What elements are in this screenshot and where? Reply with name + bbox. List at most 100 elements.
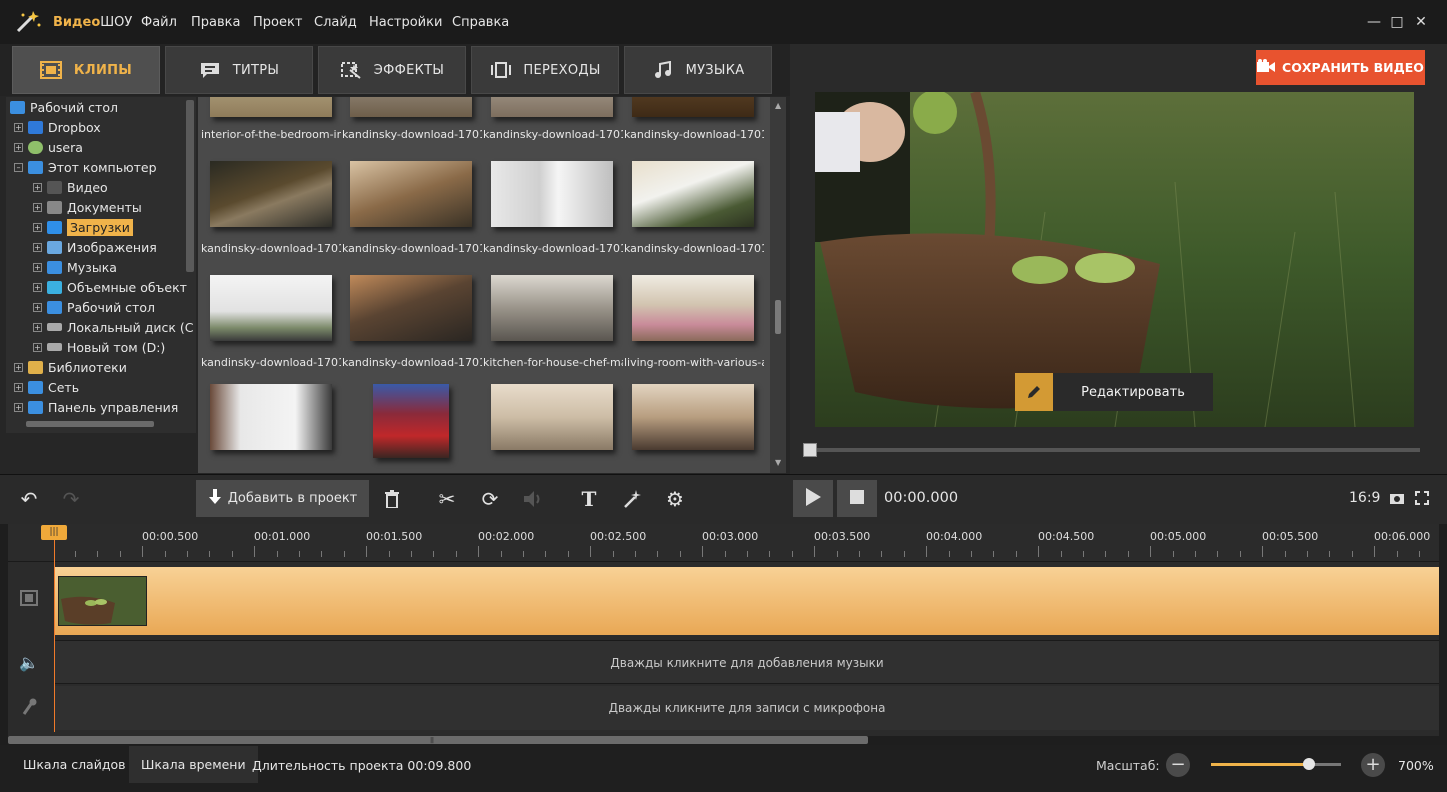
expand-icon[interactable]: + [33, 302, 42, 312]
maximize-icon[interactable]: □ [1387, 12, 1407, 32]
volume-icon[interactable] [518, 484, 548, 514]
snapshot-camera-icon[interactable] [1389, 491, 1405, 509]
menu-file[interactable]: Файл [141, 15, 177, 30]
video-track[interactable] [55, 567, 1439, 635]
thumbnail-house-white[interactable] [491, 161, 613, 227]
tab-music[interactable]: МУЗЫКА [624, 46, 772, 94]
expand-icon[interactable]: + [33, 262, 42, 272]
aspect-ratio[interactable]: 16:9 [1349, 490, 1380, 506]
tree-item-desktop[interactable]: + Рабочий стол [33, 297, 155, 317]
tree-item-local-disk-c[interactable]: + Локальный диск (С [33, 317, 194, 337]
tab-clips[interactable]: КЛИПЫ [12, 46, 160, 94]
tree-item-new-volume-d[interactable]: + Новый том (D:) [33, 337, 165, 357]
music-track[interactable]: Дважды кликните для добавления музыки [55, 640, 1439, 684]
expand-icon[interactable]: + [33, 282, 42, 292]
playhead-handle[interactable]: ||| [41, 525, 67, 540]
expand-icon[interactable]: + [33, 322, 42, 332]
tree-item-images[interactable]: + Изображения [33, 237, 157, 257]
tree-item-music[interactable]: + Музыка [33, 257, 117, 277]
add-to-project-button[interactable]: Добавить в проект [196, 480, 369, 517]
tree-item-3d-objects[interactable]: + Объемные объект [33, 277, 187, 297]
trash-icon[interactable] [377, 484, 407, 514]
save-video-button[interactable]: СОХРАНИТЬ ВИДЕО [1256, 50, 1425, 85]
thumbnail-house-dark[interactable] [210, 161, 332, 227]
thumbnail-hall[interactable] [491, 384, 613, 450]
timeline-scrollbar[interactable] [8, 736, 868, 744]
tree-scrollbar-vertical[interactable] [186, 100, 194, 272]
thumbnail-interior[interactable] [632, 97, 754, 117]
tree-item-this-pc[interactable]: – Этот компьютер [14, 157, 157, 177]
ruler-tick [769, 551, 771, 557]
thumbnail-living-room-2[interactable] [632, 384, 754, 450]
expand-icon[interactable]: + [33, 242, 42, 252]
tree-item-control-panel[interactable]: + Панель управления [14, 397, 178, 417]
zoom-in-button[interactable]: + [1361, 753, 1385, 777]
gear-icon[interactable]: ⚙ [660, 484, 690, 514]
expand-icon[interactable]: + [14, 402, 23, 412]
tree-item-network[interactable]: + Сеть [14, 377, 79, 397]
expand-icon[interactable]: + [14, 362, 23, 372]
seek-handle[interactable] [803, 443, 817, 457]
scroll-down-icon[interactable]: ▼ [775, 458, 781, 467]
tree-item-documents[interactable]: + Документы [33, 197, 142, 217]
expand-icon[interactable]: + [14, 122, 23, 132]
tree-item-downloads[interactable]: + Загрузки [33, 217, 133, 237]
thumbnail-living-room[interactable] [632, 275, 754, 341]
close-icon[interactable]: ✕ [1411, 12, 1431, 32]
fullscreen-icon[interactable] [1415, 491, 1429, 509]
zoom-slider-handle[interactable] [1302, 758, 1315, 770]
menu-edit[interactable]: Правка [191, 15, 240, 30]
thumbnail-santa[interactable] [373, 384, 449, 458]
menu-slide[interactable]: Слайд [314, 15, 357, 30]
ruler-tick [500, 551, 502, 557]
menu-help[interactable]: Справка [452, 15, 509, 30]
tab-slide-scale[interactable]: Шкала слайдов [11, 746, 138, 783]
thumbnail-interior[interactable] [350, 97, 472, 117]
thumbnail-interior-white[interactable] [210, 384, 332, 450]
tree-item-desktop-root[interactable]: Рабочий стол [10, 97, 118, 117]
stop-button[interactable] [837, 480, 877, 517]
expand-icon[interactable]: + [14, 142, 23, 152]
redo-icon[interactable]: ↷ [56, 484, 86, 514]
tab-effects[interactable]: ЭФФЕКТЫ [318, 46, 466, 94]
tab-titles[interactable]: ТИТРЫ [165, 46, 313, 94]
edit-button[interactable]: Редактировать [1015, 373, 1213, 411]
rotate-icon[interactable]: ⟳ [475, 484, 505, 514]
tree-item-video[interactable]: + Видео [33, 177, 108, 197]
tab-timeline-scale[interactable]: Шкала времени [129, 746, 258, 783]
play-button[interactable] [793, 480, 833, 517]
expand-icon[interactable]: + [33, 202, 42, 212]
undo-icon[interactable]: ↶ [14, 484, 44, 514]
menu-settings[interactable]: Настройки [369, 15, 442, 30]
text-icon[interactable]: T [574, 484, 604, 514]
tab-transitions[interactable]: ПЕРЕХОДЫ [471, 46, 619, 94]
tree-item-libraries[interactable]: + Библиотеки [14, 357, 127, 377]
grid-scrollbar-thumb[interactable] [775, 300, 781, 334]
microphone-track[interactable]: Дважды кликните для записи с микрофона [55, 686, 1439, 730]
thumbnail-house-white-roof[interactable] [210, 275, 332, 341]
minimize-icon[interactable]: — [1364, 12, 1384, 32]
expand-icon[interactable]: + [33, 222, 42, 232]
collapse-icon[interactable]: – [14, 162, 23, 172]
magic-wand-icon[interactable] [617, 484, 647, 514]
scroll-up-icon[interactable]: ▲ [775, 101, 781, 110]
expand-icon[interactable]: + [33, 182, 42, 192]
menu-project[interactable]: Проект [253, 15, 302, 30]
expand-icon[interactable]: + [33, 342, 42, 352]
seek-bar[interactable] [808, 448, 1420, 452]
expand-icon[interactable]: + [14, 382, 23, 392]
scissors-icon[interactable]: ✂ [432, 484, 462, 514]
thumbnail-house-modern[interactable] [632, 161, 754, 227]
timeline-clip[interactable] [58, 576, 147, 626]
ruler-tick [1060, 551, 1062, 557]
thumbnail-house-wood[interactable] [350, 161, 472, 227]
thumbnail-interior[interactable] [491, 97, 613, 117]
tree-scrollbar-horizontal[interactable] [26, 421, 154, 427]
thumbnail-kitchen[interactable] [491, 275, 613, 341]
tree-item-usera[interactable]: + usera [14, 137, 83, 157]
grid-scrollbar-track[interactable] [770, 97, 786, 473]
thumbnail-bedroom[interactable] [210, 97, 332, 117]
thumbnail-house-night[interactable] [350, 275, 472, 341]
zoom-out-button[interactable]: − [1166, 753, 1190, 777]
tree-item-dropbox[interactable]: + Dropbox [14, 117, 101, 137]
